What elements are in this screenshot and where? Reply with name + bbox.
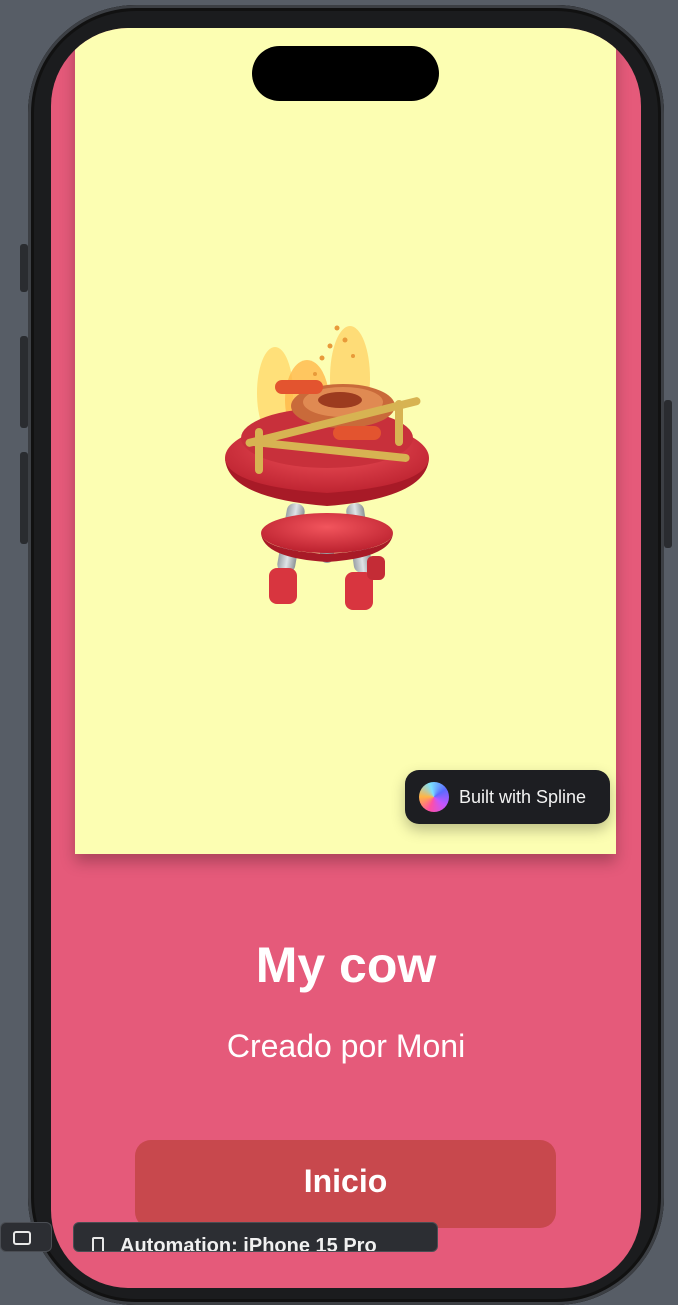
page-title: My cow bbox=[255, 937, 437, 993]
device-icon bbox=[92, 1237, 104, 1251]
badge-label: Built with Spline bbox=[459, 786, 587, 807]
power-button[interactable] bbox=[664, 400, 672, 548]
phone-screen: Built with Spline My cow Creado por Moni… bbox=[51, 28, 641, 1288]
spline-scene[interactable]: Built with Spline bbox=[75, 28, 616, 854]
automation-tab[interactable]: Automation: iPhone 15 Pro bbox=[73, 1222, 438, 1252]
dynamic-island bbox=[252, 46, 439, 101]
screenshot-tool-button[interactable] bbox=[0, 1222, 52, 1252]
screenshot-icon bbox=[13, 1231, 31, 1245]
action-button[interactable] bbox=[20, 244, 28, 292]
built-with-spline-badge[interactable]: Built with Spline bbox=[405, 770, 610, 824]
volume-down-button[interactable] bbox=[20, 452, 28, 544]
barbecue-grill-illustration bbox=[225, 325, 429, 610]
page-subtitle: Creado por Moni bbox=[226, 1028, 466, 1064]
automation-tab-label: Automation: iPhone 15 Pro bbox=[120, 1235, 377, 1252]
start-button[interactable]: Inicio bbox=[135, 1140, 556, 1228]
spline-logo-icon bbox=[419, 782, 449, 812]
volume-up-button[interactable] bbox=[20, 336, 28, 428]
